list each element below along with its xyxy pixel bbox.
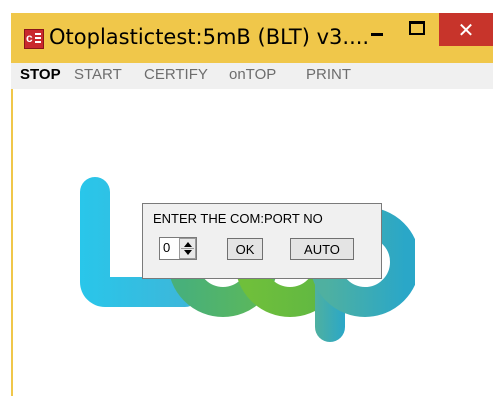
application-window: c Otoplastictest:5mB (BLT) v3.... ✕ STOP… — [11, 13, 493, 396]
minimize-button[interactable] — [358, 13, 396, 47]
minimize-icon — [371, 32, 383, 36]
com-port-spinner[interactable] — [179, 238, 196, 259]
menu-bar: STOP START CERTIFY onTOP PRINT — [11, 63, 493, 89]
com-port-label: ENTER THE COM:PORT NO — [153, 211, 323, 226]
menu-item-start[interactable]: START — [74, 66, 122, 83]
auto-button[interactable]: AUTO — [290, 238, 354, 260]
spin-down-icon[interactable] — [184, 250, 192, 255]
maximize-button[interactable] — [397, 13, 437, 47]
maximize-icon — [409, 21, 425, 35]
com-port-dialog: ENTER THE COM:PORT NO 0 OK AUTO — [142, 203, 382, 279]
window-border — [11, 89, 13, 396]
title-bar[interactable]: c Otoplastictest:5mB (BLT) v3.... ✕ — [11, 13, 493, 63]
menu-item-print[interactable]: PRINT — [306, 66, 351, 83]
client-area: STOP START CERTIFY onTOP PRINT ENTER THE… — [11, 63, 493, 396]
ok-button[interactable]: OK — [227, 238, 263, 260]
app-icon[interactable]: c — [24, 29, 44, 49]
close-button[interactable]: ✕ — [439, 13, 493, 46]
menu-item-stop[interactable]: STOP — [20, 66, 61, 83]
menu-item-ontop[interactable]: onTOP — [229, 66, 276, 83]
close-icon: ✕ — [457, 17, 475, 42]
spin-up-icon[interactable] — [184, 242, 192, 247]
menu-item-certify[interactable]: CERTIFY — [144, 66, 208, 83]
spinner-divider — [181, 248, 194, 249]
window-title: Otoplastictest:5mB (BLT) v3.... — [49, 25, 370, 49]
